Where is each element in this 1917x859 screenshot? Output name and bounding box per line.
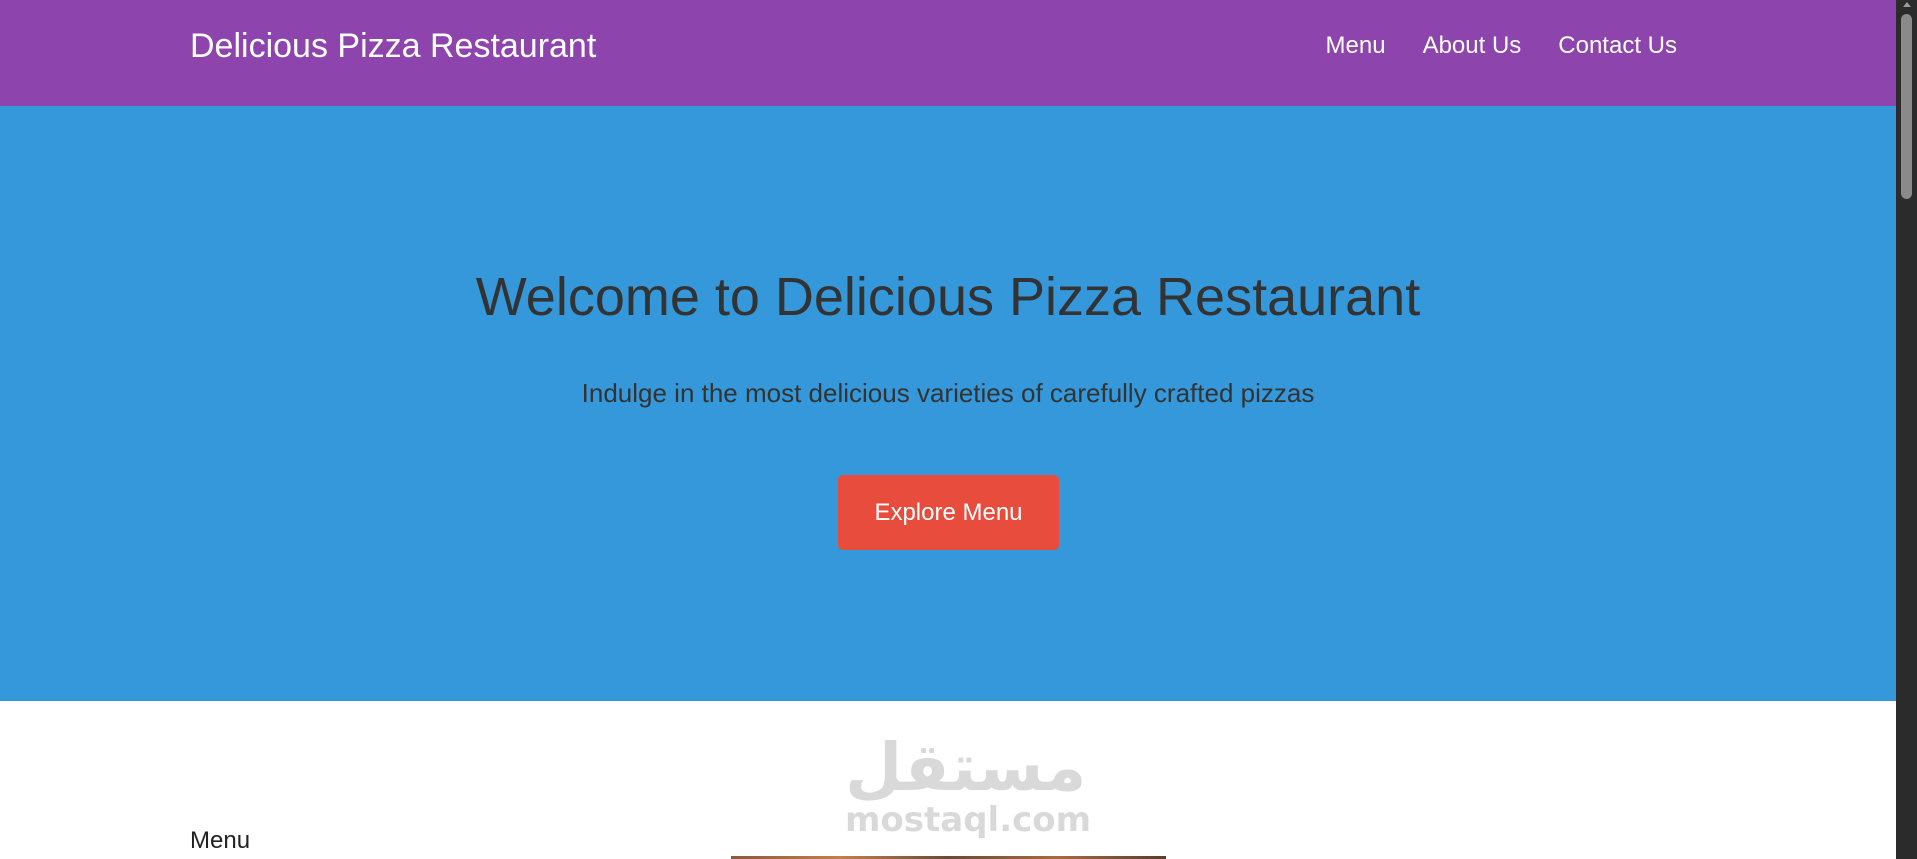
hero-section: Welcome to Delicious Pizza Restaurant In… [0, 106, 1896, 701]
main-nav: Menu About Us Contact Us [1326, 32, 1677, 60]
brand-title[interactable]: Delicious Pizza Restaurant [190, 27, 596, 66]
mostaql-watermark-logo: مستقل mostaql.com [845, 729, 1092, 841]
nav-link-about-us[interactable]: About Us [1423, 32, 1522, 60]
watermark-arabic-text: مستقل [845, 729, 1087, 806]
page: Delicious Pizza Restaurant Menu About Us… [0, 0, 1896, 859]
site-header: Delicious Pizza Restaurant Menu About Us… [0, 0, 1896, 106]
nav-link-contact-us[interactable]: Contact Us [1558, 32, 1677, 60]
nav-link-menu[interactable]: Menu [1326, 32, 1386, 60]
watermark-latin-text: mostaql.com [845, 800, 1092, 840]
explore-menu-button[interactable]: Explore Menu [838, 475, 1059, 550]
scrollbar-thumb[interactable] [1901, 14, 1912, 199]
vertical-scrollbar[interactable] [1896, 0, 1917, 859]
hero-subtitle: Indulge in the most delicious varieties … [581, 378, 1315, 408]
menu-heading: Menu [190, 827, 251, 854]
hero-title: Welcome to Delicious Pizza Restaurant [475, 267, 1421, 327]
scroll-up-arrow-icon[interactable] [1903, 2, 1911, 7]
